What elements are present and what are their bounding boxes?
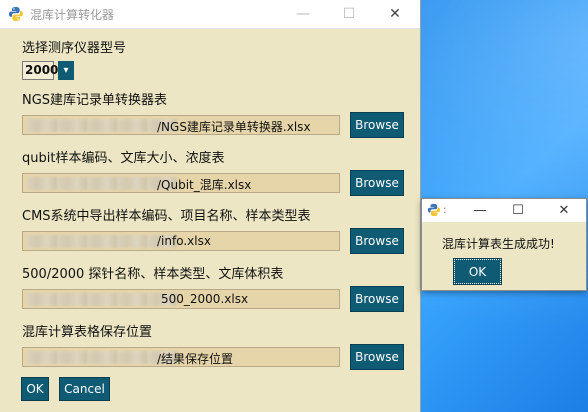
cancel-button[interactable]: Cancel (59, 377, 110, 401)
dialog-maximize-button[interactable]: ☐ (504, 199, 532, 222)
success-dialog: : — ☐ ✕ 混库计算表生成成功! OK (421, 198, 587, 291)
dialog-ok-button[interactable]: OK (453, 258, 502, 285)
dialog-title-bar[interactable]: : — ☐ ✕ (422, 199, 586, 222)
cms-file-value: /info.xlsx (157, 234, 211, 248)
redacted-path (27, 235, 177, 248)
dialog-title: : (443, 203, 447, 216)
qubit-browse-button[interactable]: Browse (350, 170, 404, 196)
qubit-file-input[interactable]: /Qubit_混库.xlsx (22, 173, 340, 193)
maximize-button[interactable]: ☐ (326, 0, 372, 28)
instrument-select-value[interactable]: 2000 (22, 61, 58, 80)
dialog-close-button[interactable]: ✕ (550, 199, 578, 222)
title-bar[interactable]: 混库计算转化器 — ☐ ✕ (0, 0, 420, 29)
minimize-button[interactable]: — (280, 0, 326, 28)
cms-file-label: CMS系统中导出样本编码、项目名称、样本类型表 (22, 209, 311, 224)
qubit-file-label: qubit样本编码、文库大小、浓度表 (22, 151, 225, 166)
instrument-label: 选择测序仪器型号 (22, 41, 127, 56)
redacted-path (27, 119, 177, 132)
ok-button[interactable]: OK (21, 377, 49, 401)
cms-file-input[interactable]: /info.xlsx (22, 231, 340, 251)
probe-browse-button[interactable]: Browse (350, 286, 404, 312)
save-browse-button[interactable]: Browse (350, 344, 404, 370)
redacted-path (27, 177, 177, 190)
save-location-label: 混库计算表格保存位置 (22, 325, 153, 340)
ngs-file-label: NGS建库记录单转换器表 (22, 93, 168, 108)
cms-browse-button[interactable]: Browse (350, 228, 404, 254)
probe-file-value: 500_2000.xlsx (161, 292, 249, 306)
redacted-path (27, 293, 177, 306)
save-location-value: /结果保存位置 (157, 352, 234, 366)
python-icon (9, 7, 23, 21)
dialog-minimize-button[interactable]: — (466, 199, 494, 222)
dialog-message: 混库计算表生成成功! (442, 237, 555, 251)
qubit-file-value: /Qubit_混库.xlsx (157, 178, 252, 192)
save-location-input[interactable]: /结果保存位置 (22, 347, 340, 367)
probe-file-input[interactable]: 500_2000.xlsx (22, 289, 340, 309)
probe-file-label: 500/2000 探针名称、样本类型、文库体积表 (22, 267, 284, 282)
close-button[interactable]: ✕ (372, 0, 418, 28)
window-title: 混库计算转化器 (30, 8, 115, 22)
instrument-select[interactable]: 2000 ▾ (22, 61, 74, 80)
main-window: 混库计算转化器 — ☐ ✕ 选择测序仪器型号 2000 ▾ NGS建库记录单转换… (0, 0, 420, 412)
redacted-path (27, 351, 177, 364)
chevron-down-icon[interactable]: ▾ (58, 61, 74, 80)
ngs-browse-button[interactable]: Browse (350, 112, 404, 138)
ngs-file-input[interactable]: /NGS建库记录单转换器.xlsx (22, 115, 340, 135)
python-icon (427, 203, 441, 217)
ngs-file-value: /NGS建库记录单转换器.xlsx (157, 120, 311, 134)
